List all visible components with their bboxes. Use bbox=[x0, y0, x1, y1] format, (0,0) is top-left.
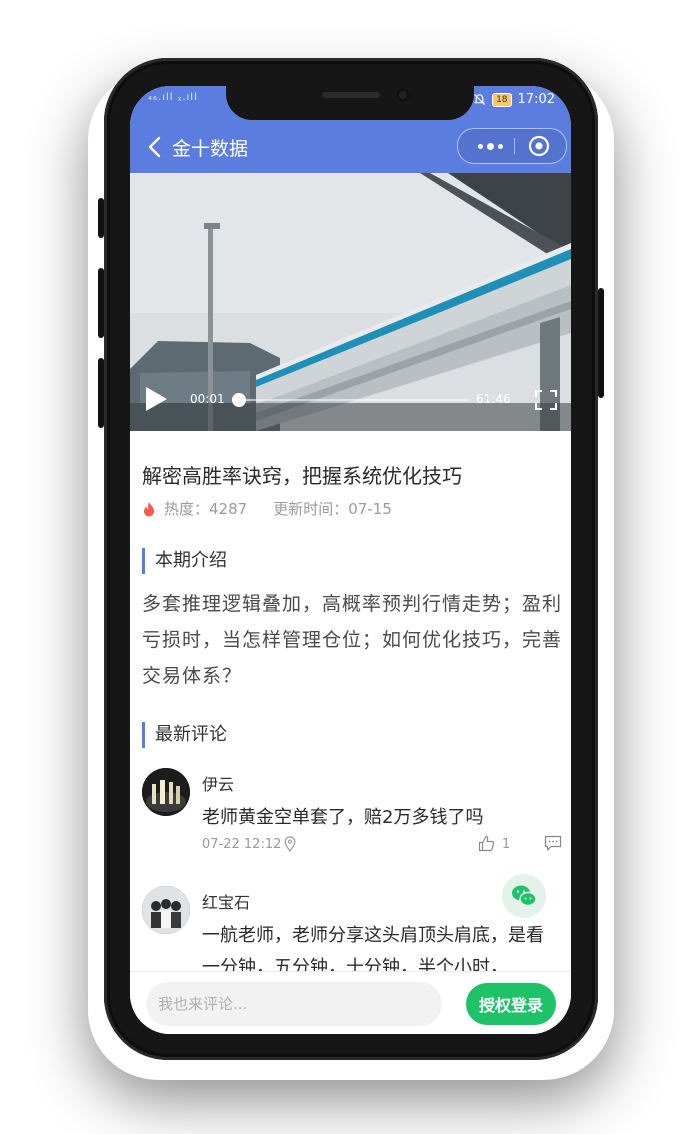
app-screen: ₄₆.ıll ᵪ.ıll 18 17:02 金十数据 00:01 61:46 解… bbox=[130, 86, 571, 1034]
volume-down-button bbox=[98, 358, 104, 428]
reply-icon[interactable] bbox=[544, 835, 562, 852]
total-time: 61:46 bbox=[476, 392, 511, 406]
front-camera bbox=[396, 88, 410, 102]
intro-heading: 本期介绍 bbox=[142, 548, 227, 574]
comment-item: 红宝石 一航老师，老师分享这头肩顶头肩底，是看一分钟，五分钟，十分钟，半个小时， bbox=[142, 886, 562, 978]
miniprogram-capsule bbox=[457, 128, 567, 164]
wechat-icon[interactable] bbox=[502, 874, 546, 918]
comment-author: 伊云 bbox=[202, 775, 235, 794]
comment-text: 老师黄金空单套了，赔2万多钱了吗 bbox=[202, 807, 484, 828]
avatar[interactable] bbox=[142, 768, 190, 816]
avatar[interactable] bbox=[142, 886, 190, 934]
page-title: 金十数据 bbox=[172, 138, 249, 160]
intro-text: 多套推理逻辑叠加，高概率预判行情走势；盈利亏损时，当怎样管理仓位；如何优化技巧，… bbox=[142, 593, 563, 687]
phone-speaker bbox=[322, 92, 380, 98]
play-icon[interactable] bbox=[144, 386, 168, 412]
thumbs-up-icon[interactable] bbox=[478, 835, 495, 852]
comment-item: 伊云 老师黄金空单套了，赔2万多钱了吗 07-22 12:12 1 bbox=[142, 768, 562, 858]
battery-indicator: 18 bbox=[492, 92, 512, 107]
clock: 17:02 bbox=[517, 92, 555, 107]
comment-bar: 授权登录 bbox=[130, 972, 571, 1034]
update-time: 更新时间：07-15 bbox=[273, 500, 392, 518]
comment-author: 红宝石 bbox=[202, 893, 251, 912]
capsule-divider bbox=[514, 138, 515, 154]
power-button bbox=[598, 288, 604, 398]
close-miniprogram-icon[interactable] bbox=[528, 135, 550, 157]
authorize-login-button[interactable]: 授权登录 bbox=[466, 983, 556, 1025]
comment-footer: 07-22 12:12 1 bbox=[202, 835, 562, 852]
like-count: 1 bbox=[502, 837, 511, 852]
fire-icon bbox=[144, 501, 154, 516]
back-arrow-icon[interactable] bbox=[140, 132, 170, 162]
progress-bar[interactable] bbox=[231, 393, 468, 407]
video-player[interactable]: 00:01 61:46 bbox=[130, 173, 571, 431]
article-meta: 热度：4287 更新时间：07-15 bbox=[142, 498, 392, 519]
article-title: 解密高胜率诀窍，把握系统优化技巧 bbox=[142, 464, 462, 488]
location-pin-icon bbox=[284, 836, 296, 852]
current-time: 00:01 bbox=[190, 392, 225, 406]
comments-heading: 最新评论 bbox=[142, 722, 227, 748]
status-right: 18 17:02 bbox=[473, 92, 555, 107]
fullscreen-icon[interactable] bbox=[534, 389, 558, 411]
signal-indicator: ₄₆.ıll ᵪ.ıll bbox=[148, 92, 198, 103]
comment-time: 07-22 12:12 bbox=[202, 837, 282, 852]
comment-input[interactable] bbox=[146, 982, 442, 1026]
more-menu-icon[interactable] bbox=[470, 129, 510, 163]
volume-up-button bbox=[98, 268, 104, 338]
heat-count: 热度：4287 bbox=[164, 500, 248, 518]
progress-thumb[interactable] bbox=[231, 393, 246, 407]
mute-switch bbox=[98, 198, 104, 238]
mute-bell-icon bbox=[474, 93, 486, 106]
